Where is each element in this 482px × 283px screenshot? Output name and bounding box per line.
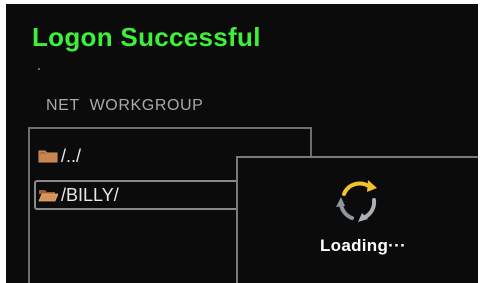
folder-icon	[38, 150, 58, 163]
folder-open-icon	[38, 190, 58, 202]
list-item-label: /../	[61, 145, 82, 166]
breadcrumb: NET WORKGROUP	[46, 97, 204, 114]
loading-spinner-icon	[336, 180, 377, 222]
loading-message: Loading···	[319, 236, 407, 255]
loading-dialog: Loading···	[236, 156, 478, 283]
list-item-label: /BILLY/	[61, 184, 119, 205]
cursor-dot	[38, 68, 40, 70]
page-title: Logon Successful	[32, 22, 261, 52]
screen: Logon Successful NET WORKGROUP /../ /BIL…	[6, 4, 478, 283]
